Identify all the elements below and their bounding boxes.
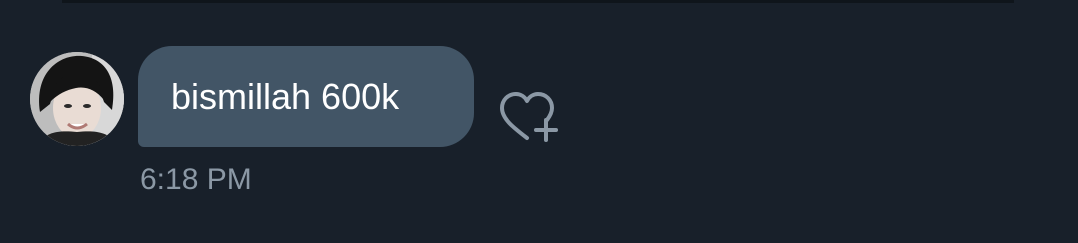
- add-reaction-button[interactable]: [494, 86, 562, 148]
- avatar-photo-icon: [30, 52, 124, 146]
- sender-avatar[interactable]: [30, 52, 124, 146]
- heart-plus-icon: [500, 92, 558, 142]
- message-timestamp: 6:18 PM: [140, 163, 252, 196]
- message-bubble[interactable]: bismillah 600k: [138, 46, 474, 147]
- message-text: bismillah 600k: [171, 76, 400, 117]
- top-divider: [62, 0, 1014, 3]
